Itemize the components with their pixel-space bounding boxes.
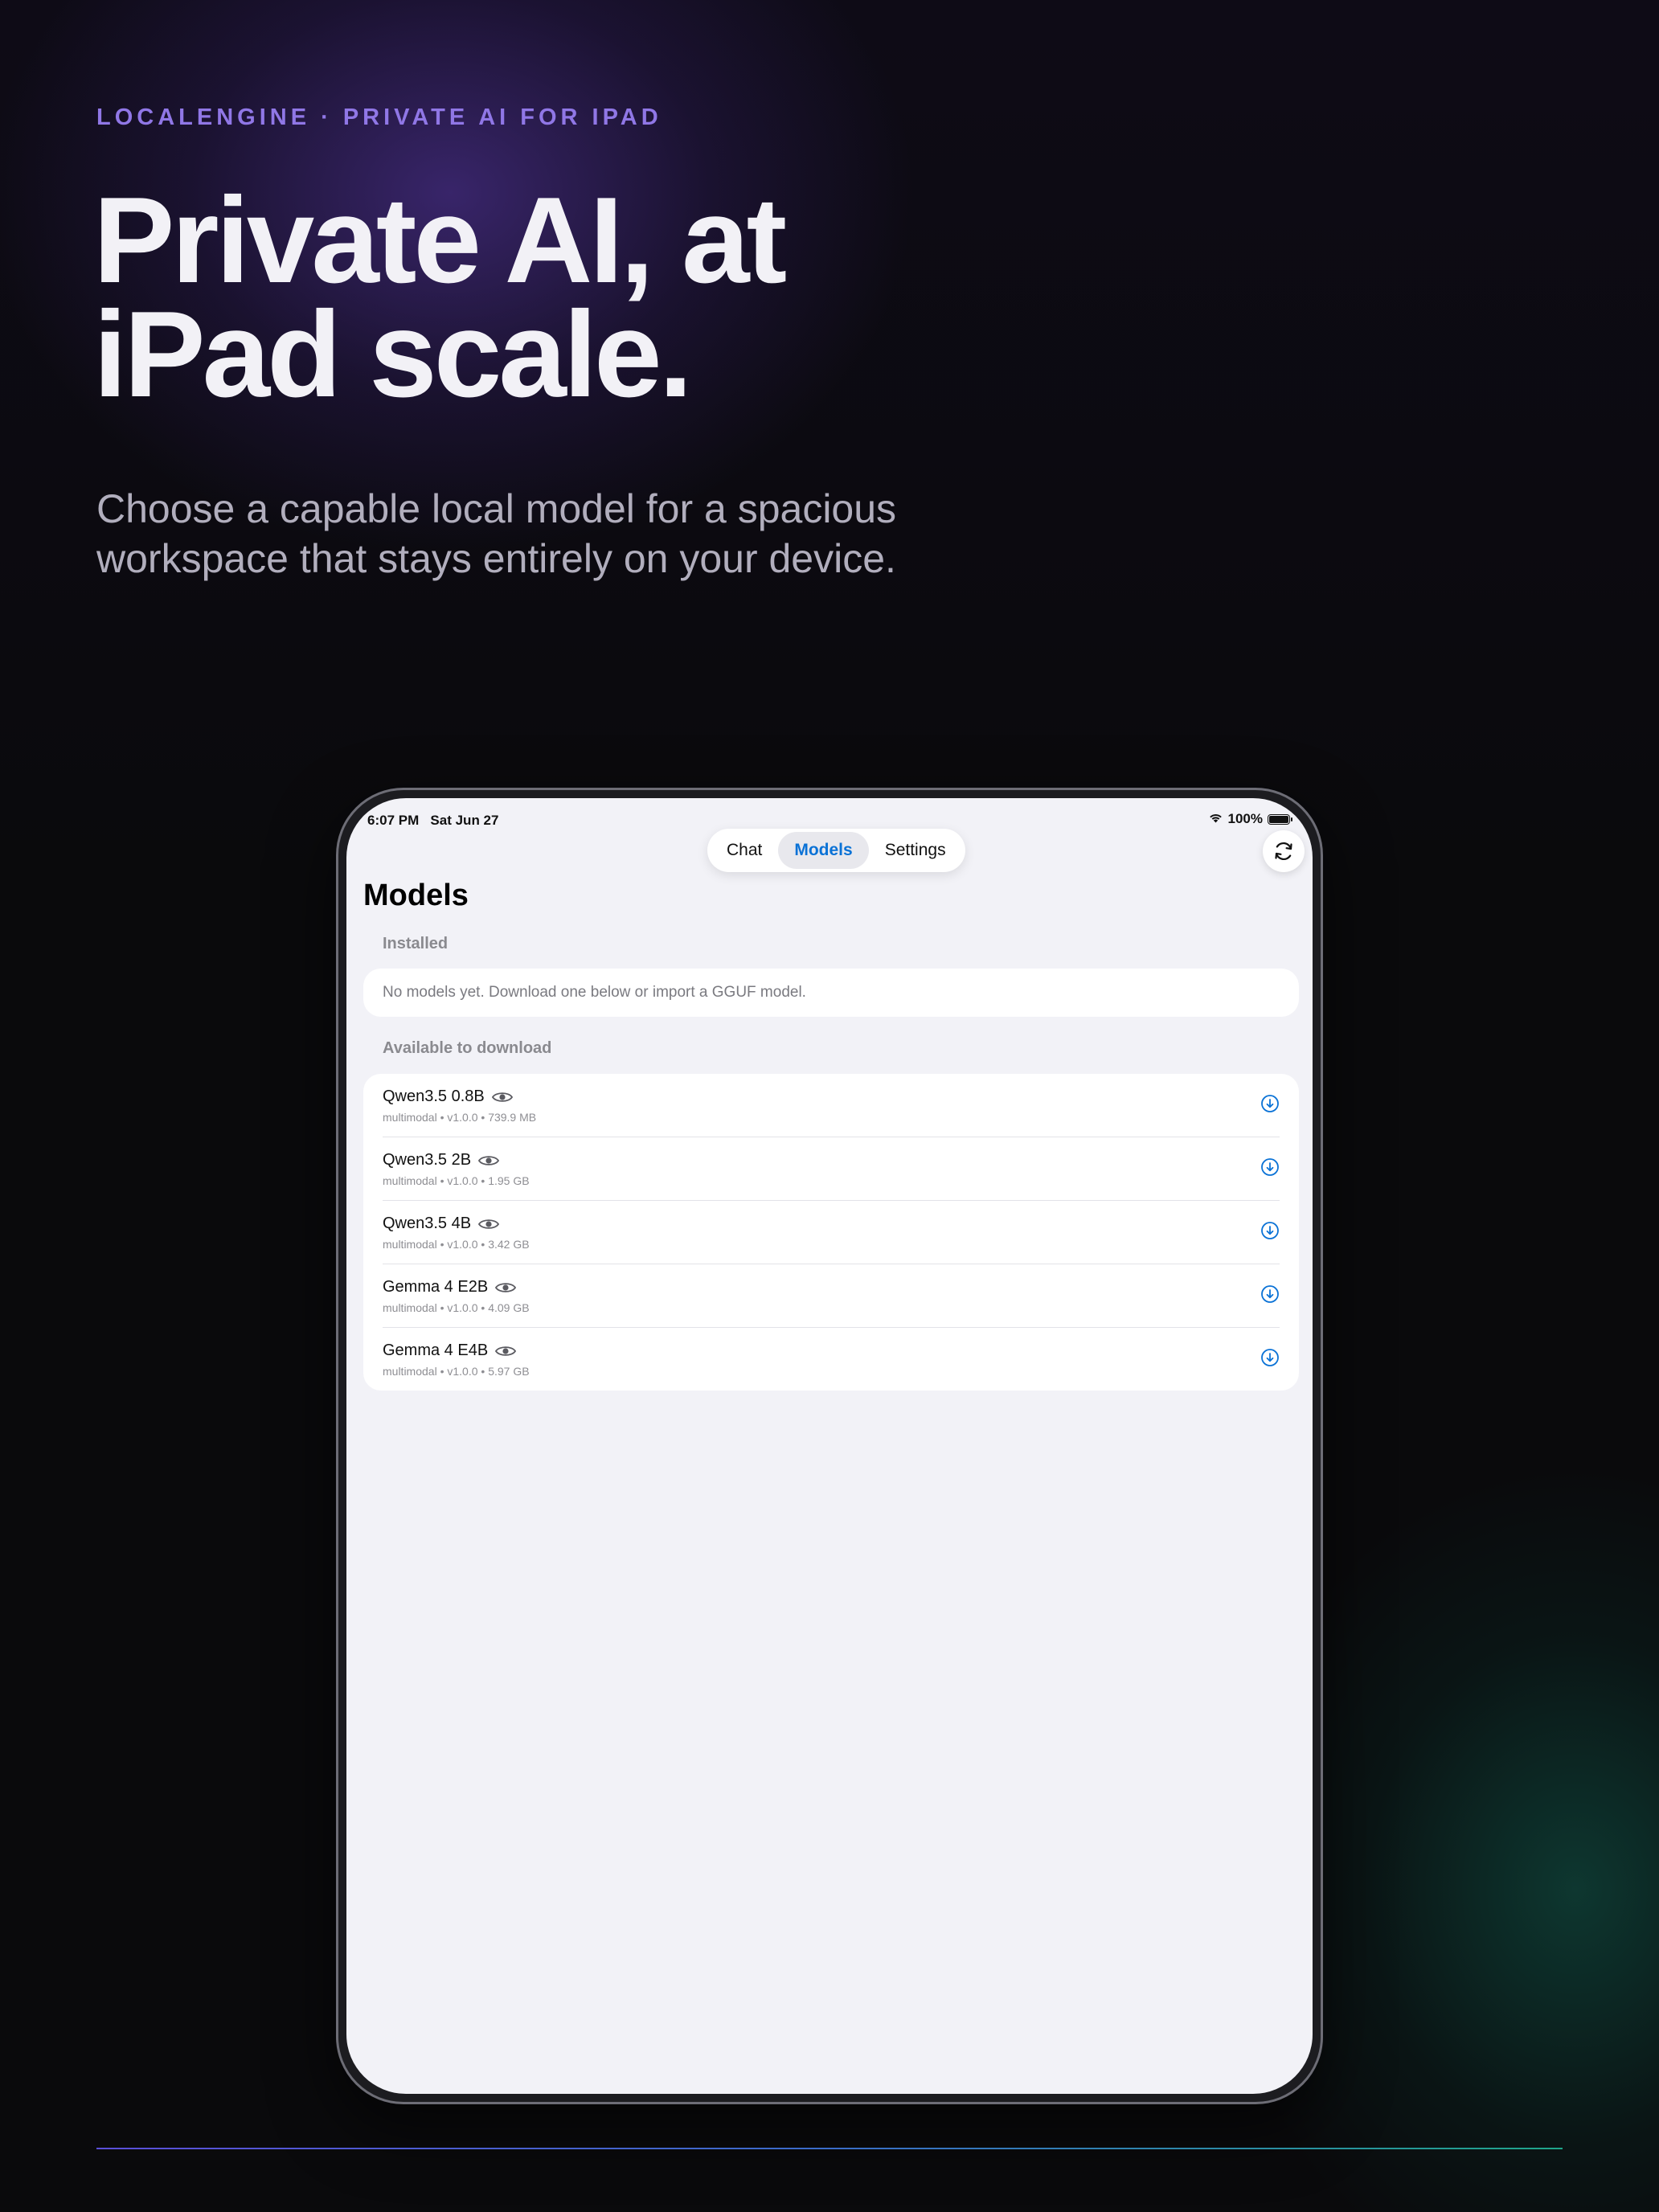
refresh-button[interactable] [1263, 830, 1305, 872]
ipad-screen: 6:07 PM Sat Jun 27 100% Chat Models Sett… [346, 798, 1313, 2094]
model-meta: multimodal • v1.0.0 • 739.9 MB [383, 1111, 537, 1124]
model-name: Qwen3.5 0.8B [383, 1088, 485, 1105]
model-meta: multimodal • v1.0.0 • 4.09 GB [383, 1301, 530, 1314]
refresh-icon [1275, 842, 1292, 861]
available-section-label: Available to download [383, 1039, 552, 1057]
eyebrow-label: LOCALENGINE · PRIVATE AI FOR IPAD [96, 104, 662, 130]
eye-icon [491, 1092, 513, 1102]
wifi-icon [1208, 811, 1223, 827]
battery-percentage: 100% [1227, 811, 1263, 826]
download-icon[interactable] [1260, 1094, 1280, 1113]
model-row-qwen3-5-2b[interactable]: Qwen3.5 2B multimodal • v1.0.0 • 1.95 GB [383, 1137, 1280, 1201]
available-models-list: Qwen3.5 0.8B multimodal • v1.0.0 • 739.9… [363, 1074, 1299, 1391]
subhead-line-1: Choose a capable local model for a spaci… [96, 486, 897, 531]
page-title: Models [363, 879, 469, 912]
tab-bar: Chat Models Settings [707, 829, 965, 872]
model-meta: multimodal • v1.0.0 • 1.95 GB [383, 1174, 530, 1187]
installed-section-label: Installed [383, 935, 449, 952]
model-name: Gemma 4 E2B [383, 1278, 489, 1296]
model-row-gemma-4-e4b[interactable]: Gemma 4 E4B multimodal • v1.0.0 • 5.97 G… [383, 1328, 1280, 1391]
eye-icon [478, 1155, 500, 1165]
status-bar-right: 100% [1208, 811, 1292, 827]
eye-icon [495, 1346, 517, 1356]
tab-models[interactable]: Models [778, 832, 869, 869]
download-icon[interactable] [1260, 1284, 1280, 1304]
model-name: Qwen3.5 4B [383, 1215, 472, 1232]
headline: Private AI, at iPad scale. [93, 179, 977, 416]
model-row-qwen3-5-4b[interactable]: Qwen3.5 4B multimodal • v1.0.0 • 3.42 GB [383, 1201, 1280, 1264]
status-bar-time: 6:07 PM Sat Jun 27 [367, 813, 498, 829]
model-row-qwen3-5-0-8b[interactable]: Qwen3.5 0.8B multimodal • v1.0.0 • 739.9… [383, 1074, 1280, 1137]
model-meta: multimodal • v1.0.0 • 5.97 GB [383, 1365, 530, 1378]
tab-chat[interactable]: Chat [711, 832, 778, 869]
subheadline: Choose a capable local model for a spaci… [96, 484, 981, 584]
battery-icon [1268, 813, 1292, 825]
status-time: 6:07 PM [367, 813, 420, 828]
tab-settings[interactable]: Settings [869, 832, 962, 869]
ipad-device-frame: 6:07 PM Sat Jun 27 100% Chat Models Sett… [336, 788, 1323, 2104]
model-name: Qwen3.5 2B [383, 1151, 472, 1169]
installed-empty-text: No models yet. Download one below or imp… [383, 984, 806, 1001]
model-name: Gemma 4 E4B [383, 1342, 489, 1359]
download-icon[interactable] [1260, 1348, 1280, 1367]
eye-icon [478, 1219, 500, 1229]
headline-line-2: iPad scale. [93, 286, 693, 423]
installed-empty-state: No models yet. Download one below or imp… [363, 969, 1299, 1017]
download-icon[interactable] [1260, 1221, 1280, 1240]
status-date: Sat Jun 27 [430, 813, 499, 828]
subhead-line-2: workspace that stays entirely on your de… [96, 536, 896, 581]
model-meta: multimodal • v1.0.0 • 3.42 GB [383, 1238, 530, 1251]
model-row-gemma-4-e2b[interactable]: Gemma 4 E2B multimodal • v1.0.0 • 4.09 G… [383, 1264, 1280, 1328]
eye-icon [495, 1282, 517, 1292]
footer-divider [96, 2148, 1563, 2149]
download-icon[interactable] [1260, 1157, 1280, 1177]
